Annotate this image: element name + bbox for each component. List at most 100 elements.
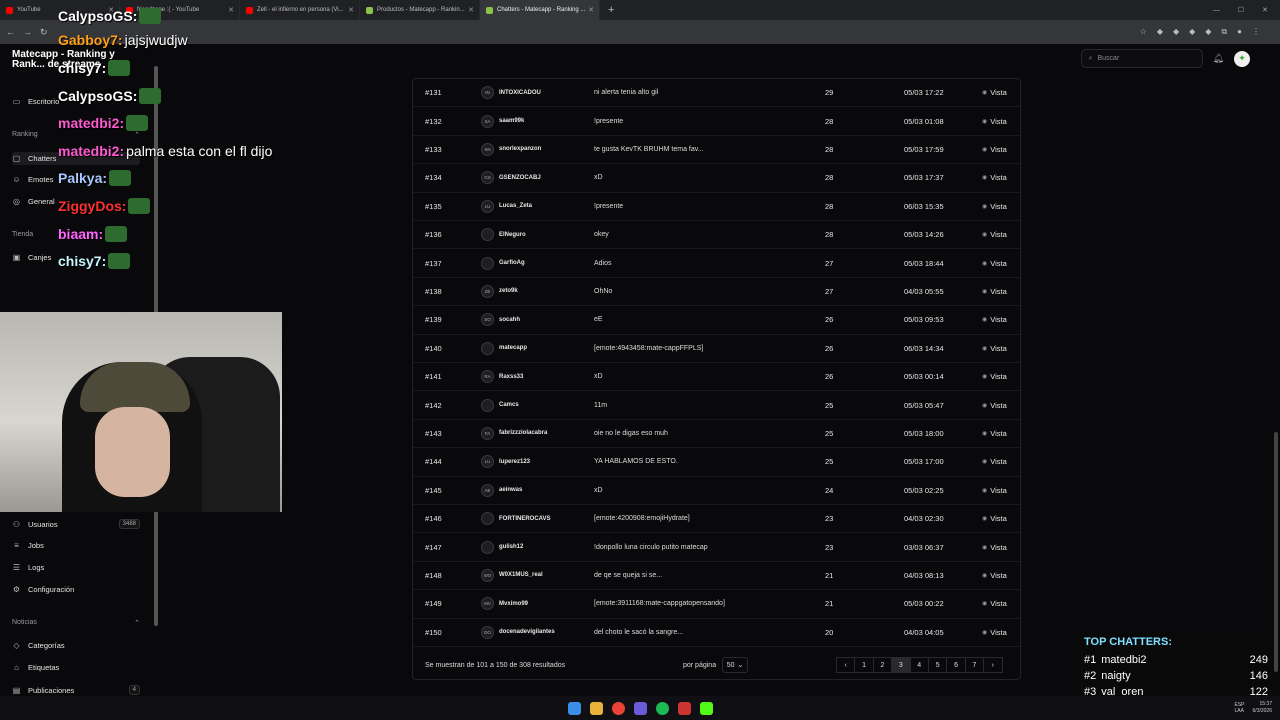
- browser-tab[interactable]: Zell - el infierno en persona (Vi... ✕: [240, 0, 360, 20]
- table-row[interactable]: #132 SA saam99k !presente 28 05/03 01:08 ◉ Vist…: [413, 107, 1020, 136]
- tab-close-icon[interactable]: ✕: [228, 6, 234, 14]
- sidebar-item-logs[interactable]: ☰ Logs: [12, 563, 140, 572]
- view-button[interactable]: ◉ Vista: [982, 344, 1007, 353]
- view-button[interactable]: ◉ Vista: [982, 599, 1007, 608]
- extension-icon[interactable]: ◆: [1189, 27, 1195, 37]
- sidebar-item-configuración[interactable]: ⚙ Configuración: [12, 585, 140, 594]
- username-cell[interactable]: GSENZOCABJ: [499, 175, 541, 181]
- table-row[interactable]: #145 AE aeinwas xD 24 05/03 02:25 ◉ Vista: [413, 477, 1020, 505]
- kick-icon[interactable]: [699, 701, 713, 715]
- page-button[interactable]: 3: [891, 657, 911, 673]
- table-row[interactable]: #144 LU luperez123 YA HABLAMOS DE ESTO. 25 05…: [413, 448, 1020, 477]
- view-button[interactable]: ◉ Vista: [982, 543, 1007, 552]
- page-button[interactable]: 7: [964, 657, 985, 673]
- view-button[interactable]: ◉ Vista: [982, 372, 1007, 381]
- discord-icon[interactable]: [633, 701, 647, 715]
- page-scrollbar[interactable]: [1274, 432, 1278, 672]
- table-row[interactable]: #147 gulish12 !donpollo luna circulo putit…: [413, 533, 1020, 562]
- table-row[interactable]: #133 SN snorlexpanzon te gusta KevTK BRUHM …: [413, 136, 1020, 165]
- username-cell[interactable]: W0X1MUS_real: [499, 572, 543, 578]
- extension-icon[interactable]: ◆: [1173, 27, 1179, 37]
- language-indicator[interactable]: ESP LAA: [1235, 702, 1245, 714]
- page-button[interactable]: 4: [909, 657, 929, 673]
- obs-icon[interactable]: [677, 701, 691, 715]
- view-button[interactable]: ◉ Vista: [982, 117, 1007, 126]
- view-button[interactable]: ◉ Vista: [982, 401, 1007, 410]
- username-cell[interactable]: Raxss33: [499, 374, 523, 380]
- view-button[interactable]: ◉ Vista: [982, 315, 1007, 324]
- username-cell[interactable]: zeto9k: [499, 288, 518, 294]
- user-avatar[interactable]: ✦: [1234, 50, 1250, 67]
- view-button[interactable]: ◉ Vista: [982, 486, 1007, 495]
- page-button[interactable]: 6: [946, 657, 966, 673]
- username-cell[interactable]: INTOXICADOU: [499, 90, 541, 96]
- view-button[interactable]: ◉ Vista: [982, 287, 1007, 296]
- username-cell[interactable]: GarfioAg: [499, 260, 525, 266]
- table-row[interactable]: #138 ZE zeto9k OhNo 27 04/03 05:55 ◉ Vista: [413, 278, 1020, 307]
- reload-icon[interactable]: ↻: [40, 27, 48, 38]
- username-cell[interactable]: fabrizzziolacabra: [499, 430, 547, 436]
- username-cell[interactable]: Camcs: [499, 402, 519, 408]
- username-cell[interactable]: Lucas_Zeta: [499, 203, 532, 209]
- forward-icon[interactable]: →: [23, 27, 32, 37]
- view-button[interactable]: ◉ Vista: [982, 628, 1007, 637]
- maximize-icon[interactable]: ☐: [1238, 6, 1244, 14]
- minimize-icon[interactable]: —: [1213, 7, 1220, 14]
- next-page-button[interactable]: ›: [983, 657, 1003, 673]
- table-row[interactable]: #141 RA Raxss33 xD 26 05/03 00:14 ◉ Vista: [413, 363, 1020, 392]
- sidebar-item-publicaciones[interactable]: ▤ Publicaciones 4: [12, 685, 140, 695]
- page-button[interactable]: 5: [927, 657, 948, 673]
- chevron-up-icon[interactable]: ⌃: [134, 619, 140, 627]
- table-row[interactable]: #150 DO docenadevigilantes del choto le sac…: [413, 619, 1020, 647]
- view-button[interactable]: ◉ Vista: [982, 457, 1007, 466]
- view-button[interactable]: ◉ Vista: [982, 514, 1007, 523]
- username-cell[interactable]: ElNeguro: [499, 232, 526, 238]
- table-row[interactable]: #148 WO W0X1MUS_real de qe se queja si se..…: [413, 562, 1020, 591]
- username-cell[interactable]: socahh: [499, 317, 520, 323]
- username-cell[interactable]: snorlexpanzon: [499, 146, 541, 152]
- bell-icon[interactable]: 🔔︎: [1213, 53, 1224, 64]
- table-row[interactable]: #136 ElNeguro okey 28 05/03 14:26 ◉ Vista: [413, 221, 1020, 250]
- close-icon[interactable]: ✕: [1262, 6, 1268, 14]
- view-button[interactable]: ◉ Vista: [982, 571, 1007, 580]
- view-button[interactable]: ◉ Vista: [982, 230, 1007, 239]
- browser-tab[interactable]: Productos - Matecapp - Rankin... ✕: [360, 0, 480, 20]
- chrome-icon[interactable]: [611, 701, 625, 715]
- tab-close-icon[interactable]: ✕: [588, 6, 594, 14]
- view-button[interactable]: ◉ Vista: [982, 429, 1007, 438]
- table-row[interactable]: #139 SO socahh eE 26 05/03 09:53 ◉ Vista: [413, 306, 1020, 335]
- back-icon[interactable]: ←: [6, 27, 15, 37]
- username-cell[interactable]: FORTINEROCAVS: [499, 516, 551, 522]
- profile-icon[interactable]: ●: [1237, 27, 1242, 37]
- bookmark-icon[interactable]: ☆: [1140, 27, 1147, 37]
- sidebar-item-usuarios[interactable]: ⚇ Usuarios 3488: [12, 519, 140, 529]
- page-button[interactable]: 2: [872, 657, 893, 673]
- view-button[interactable]: ◉ Vista: [982, 259, 1007, 268]
- view-button[interactable]: ◉ Vista: [982, 88, 1007, 97]
- username-cell[interactable]: Mvximo99: [499, 601, 528, 607]
- file-explorer-icon[interactable]: [589, 701, 603, 715]
- table-row[interactable]: #140 matecapp [emote:4943458:mate-cappFFPL…: [413, 335, 1020, 363]
- clock[interactable]: 15:37 6/3/2026: [1253, 701, 1272, 715]
- browser-tab[interactable]: Chatters - Matecapp - Ranking ... ✕: [480, 0, 600, 20]
- table-row[interactable]: #146 FORTINEROCAVS [emote:4200908:emojiHyd…: [413, 505, 1020, 534]
- username-cell[interactable]: gulish12: [499, 544, 523, 550]
- table-row[interactable]: #134 GS GSENZOCABJ xD 28 05/03 17:37 ◉ Vista: [413, 164, 1020, 193]
- puzzle-icon[interactable]: ⧉: [1221, 27, 1227, 37]
- sidebar-item-etiquetas[interactable]: ⌂ Etiquetas: [12, 663, 140, 672]
- per-page-select[interactable]: 50 ⌄: [722, 657, 749, 673]
- username-cell[interactable]: matecapp: [499, 345, 527, 351]
- sidebar-item-categorías[interactable]: ◇ Categorías: [12, 641, 140, 650]
- table-row[interactable]: #143 FA fabrizzziolacabra oie no le digas e…: [413, 420, 1020, 449]
- extension-icon[interactable]: ◆: [1205, 27, 1211, 37]
- spotify-icon[interactable]: [655, 701, 669, 715]
- new-tab-button[interactable]: +: [600, 4, 622, 16]
- windows-start-icon[interactable]: [567, 701, 581, 715]
- menu-icon[interactable]: ⋮: [1252, 27, 1260, 37]
- table-row[interactable]: #149 MV Mvximo99 [emote:3911168:mate-cappga…: [413, 590, 1020, 619]
- table-row[interactable]: #131 IN INTOXICADOU ni alerta tenia alto gi…: [413, 79, 1020, 108]
- prev-page-button[interactable]: ‹: [836, 657, 856, 673]
- table-row[interactable]: #135 LU Lucas_Zeta !presente 28 06/03 15:35 ◉ V…: [413, 193, 1020, 221]
- page-button[interactable]: 1: [854, 657, 874, 673]
- table-row[interactable]: #142 Camcs 11m 25 05/03 05:47 ◉ Vista: [413, 391, 1020, 420]
